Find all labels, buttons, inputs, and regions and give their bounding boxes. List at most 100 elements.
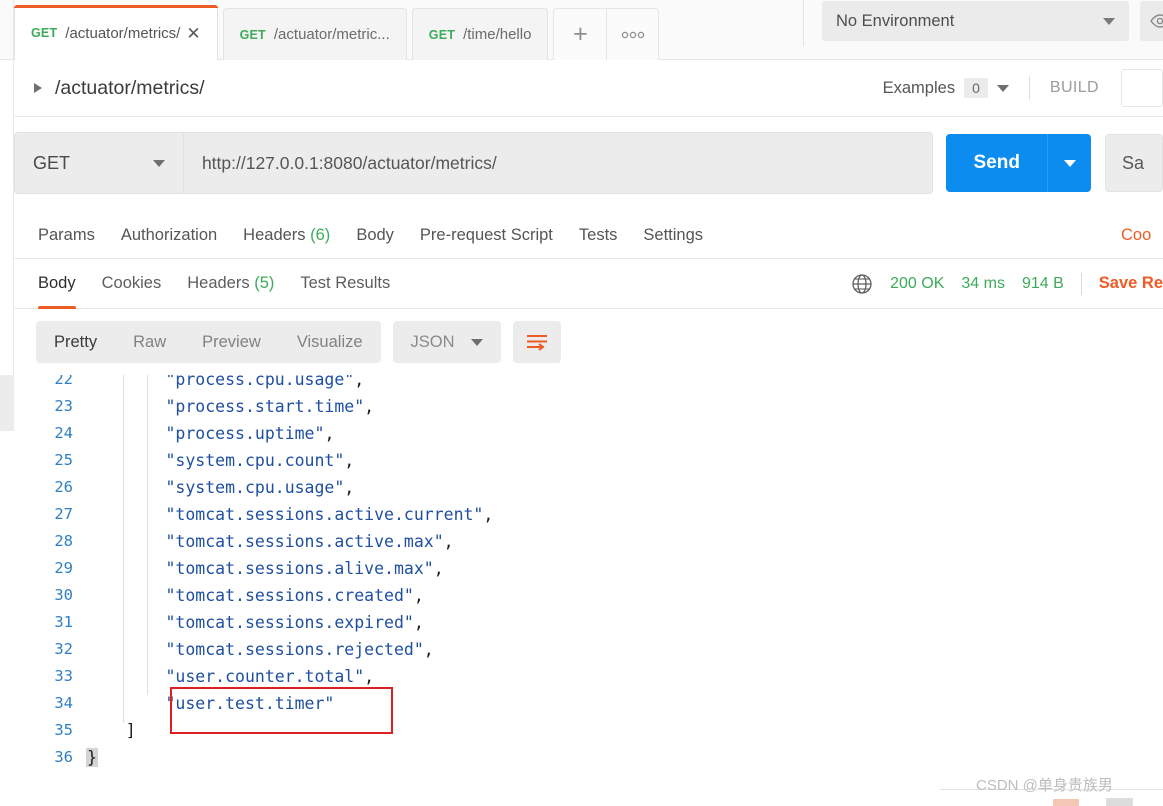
response-tab-cookies[interactable]: Cookies (102, 259, 162, 309)
json-string: "system.cpu.usage" (165, 478, 345, 497)
response-tab-headers-label: Headers (187, 274, 250, 292)
build-button[interactable]: BUILD (1050, 79, 1099, 97)
code-line-text: "tomcat.sessions.active.current", (165, 505, 494, 524)
tab-params[interactable]: Params (38, 226, 95, 245)
tab-more-options-button[interactable] (606, 9, 658, 60)
response-tab-body[interactable]: Body (38, 259, 76, 309)
header-divider (1028, 76, 1030, 100)
scrollbar-thumb[interactable] (0, 375, 14, 431)
tab-tests[interactable]: Tests (579, 226, 618, 245)
response-tab-test-results-label: Test Results (300, 274, 391, 292)
examples-dropdown[interactable]: Examples 0 (883, 78, 1009, 98)
close-icon[interactable]: ✕ (186, 25, 200, 42)
response-body-scrollbar[interactable] (0, 375, 14, 806)
tab-pre-request-script-label: Pre-request Script (419, 225, 553, 244)
code-line: 24 "process.uptime", (14, 420, 1163, 447)
triangle-right-icon[interactable] (34, 83, 42, 93)
tab-headers[interactable]: Headers (6) (243, 226, 330, 245)
json-string: "system.cpu.count" (165, 451, 345, 470)
code-line-text: "user.test.timer" (86, 690, 334, 717)
code-line-text: "system.cpu.count", (165, 451, 355, 470)
line-number: 32 (54, 640, 73, 658)
environment-quick-look-button[interactable] (1140, 1, 1163, 41)
response-language-value: JSON (410, 332, 455, 351)
request-tab-3[interactable]: GET /time/hello (411, 8, 549, 60)
tab-tests-label: Tests (578, 225, 618, 244)
response-format-toolbar: Pretty Raw Preview Visualize JSON (14, 309, 1163, 375)
code-line: 28 "tomcat.sessions.active.max", (14, 528, 1163, 555)
json-string: "tomcat.sessions.alive.max" (165, 559, 434, 578)
save-button[interactable]: Sa (1105, 134, 1163, 192)
tab-params-label: Params (38, 225, 95, 244)
cookies-link[interactable]: Coo (1121, 226, 1163, 245)
response-status-group: 200 OK 34 ms 914 B Save Re (851, 272, 1163, 295)
new-tab-button[interactable]: + (554, 9, 606, 60)
code-line: 29 "tomcat.sessions.alive.max", (14, 555, 1163, 582)
code-line-text: "tomcat.sessions.rejected", (165, 640, 434, 659)
json-string: "tomcat.sessions.created" (165, 586, 414, 605)
code-line: 30 "tomcat.sessions.created", (14, 582, 1163, 609)
tab-method-label: GET (428, 27, 456, 42)
code-line-text: } (86, 744, 98, 771)
send-button[interactable]: Send (946, 134, 1048, 192)
line-number: 28 (54, 532, 73, 550)
response-tab-test-results[interactable]: Test Results (300, 259, 390, 309)
environment-selector[interactable]: No Environment (822, 1, 1129, 41)
tab-name-label: /actuator/metrics/ (65, 24, 181, 42)
page-title: /actuator/metrics/ (55, 76, 205, 99)
code-line: 22 "process.cpu.usage", (14, 375, 1163, 393)
request-header-bar: /actuator/metrics/ Examples 0 BUILD (14, 60, 1163, 117)
code-line: 34 "user.test.timer" (14, 690, 1163, 717)
tab-actions-group: + (553, 8, 660, 60)
view-raw-button[interactable]: Raw (115, 333, 184, 352)
response-tabs: Body Cookies Headers (5) Test Results 20… (14, 259, 1163, 309)
line-number: 34 (54, 694, 73, 712)
word-wrap-button[interactable] (512, 321, 561, 363)
watermark-text: CSDN @单身贵族男 (976, 777, 1113, 794)
code-line-text: "process.uptime", (165, 424, 335, 443)
response-language-select[interactable]: JSON (392, 321, 501, 363)
response-time: 34 ms (961, 274, 1005, 292)
code-line-text: "tomcat.sessions.alive.max", (165, 559, 444, 578)
line-number: 33 (54, 667, 73, 685)
tab-body[interactable]: Body (356, 226, 394, 245)
tab-pre-request-script[interactable]: Pre-request Script (420, 226, 553, 245)
globe-icon[interactable] (851, 273, 873, 295)
save-response-button[interactable]: Save Re (1099, 274, 1163, 293)
json-string: "tomcat.sessions.expired" (165, 613, 414, 632)
response-size: 914 B (1021, 274, 1064, 292)
line-number: 36 (54, 748, 73, 766)
view-visualize-button[interactable]: Visualize (279, 333, 381, 352)
view-pretty-button[interactable]: Pretty (36, 333, 115, 352)
tab-name-label: /time/hello (463, 26, 532, 43)
response-view-switch: Pretty Raw Preview Visualize (36, 321, 381, 363)
http-method-select[interactable]: GET (14, 132, 184, 194)
eye-icon (1150, 14, 1163, 28)
line-number: 25 (54, 451, 73, 469)
url-value: http://127.0.0.1:8080/actuator/metrics/ (201, 152, 497, 173)
response-tab-headers[interactable]: Headers (5) (187, 259, 274, 309)
code-line: 26 "system.cpu.usage", (14, 474, 1163, 501)
tab-authorization[interactable]: Authorization (121, 226, 217, 245)
code-line: 23 "process.start.time", (14, 393, 1163, 420)
request-tab-1[interactable]: GET /actuator/metrics/ ✕ (14, 5, 218, 60)
code-line-text: "process.start.time", (165, 397, 375, 416)
tab-authorization-label: Authorization (120, 225, 218, 244)
tab-settings[interactable]: Settings (643, 226, 703, 245)
json-string: "user.test.timer" (165, 694, 335, 713)
response-body-viewer[interactable]: 22 "process.cpu.usage", 23 "process.start… (14, 375, 1163, 806)
code-line: 35 ] (14, 717, 1163, 744)
line-number: 26 (54, 478, 73, 496)
code-line-text: "system.cpu.usage", (165, 478, 355, 497)
json-string: "tomcat.sessions.rejected" (165, 640, 424, 659)
line-number: 30 (54, 586, 73, 604)
line-number: 35 (54, 721, 73, 739)
view-preview-button[interactable]: Preview (184, 333, 279, 352)
json-string: "process.cpu.usage" (165, 375, 355, 389)
header-overflow-button[interactable] (1121, 69, 1163, 107)
response-tab-body-label: Body (38, 274, 76, 292)
request-tab-2[interactable]: GET /actuator/metric... (222, 8, 407, 60)
send-options-button[interactable] (1047, 134, 1092, 192)
url-bar: GET http://127.0.0.1:8080/actuator/metri… (14, 131, 1163, 195)
url-input[interactable]: http://127.0.0.1:8080/actuator/metrics/ (183, 132, 934, 194)
